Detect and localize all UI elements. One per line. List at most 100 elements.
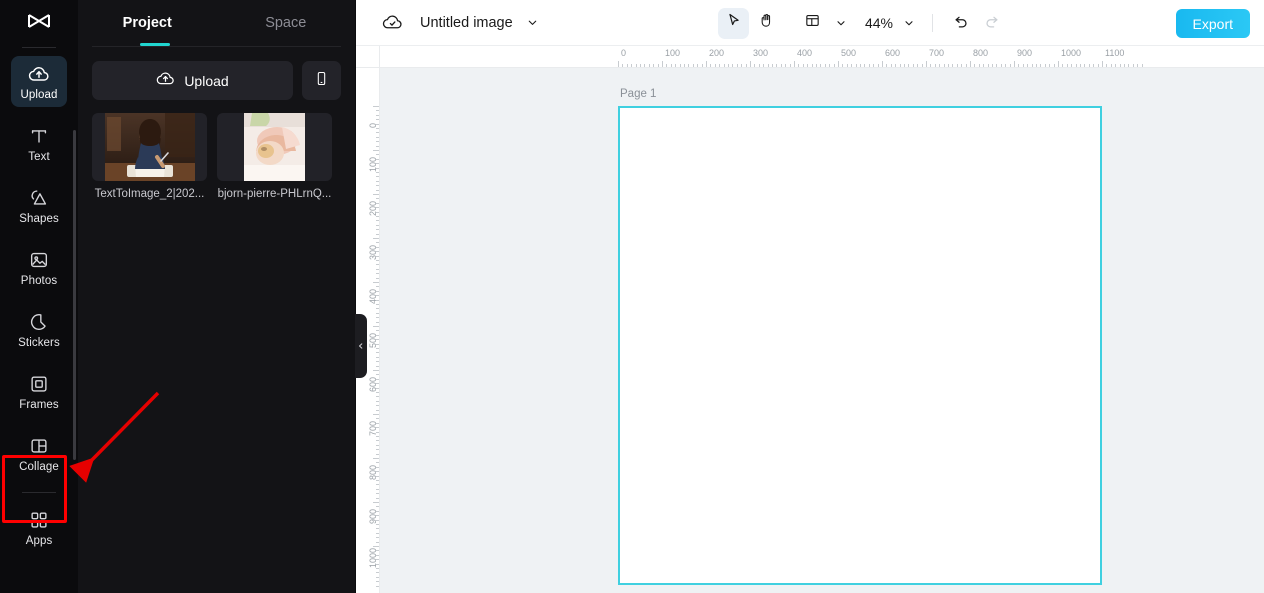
ruler-minor-tick — [1000, 64, 1002, 67]
ruler-minor-tick — [640, 64, 641, 67]
ruler-minor-tick — [1128, 64, 1130, 67]
ruler-minor-tick — [785, 64, 787, 67]
ruler-minor-tick — [754, 64, 756, 67]
sidebar-item-collage[interactable]: Collage — [11, 428, 67, 479]
ruler-minor-tick — [376, 286, 379, 288]
chevron-down-icon[interactable] — [898, 9, 920, 37]
cursor-arrow-icon — [725, 12, 742, 34]
ruler-minor-tick — [376, 308, 379, 310]
list-item[interactable]: bjorn-pierre-PHLrnQ... — [217, 113, 332, 200]
ruler-tick — [882, 61, 883, 67]
chevron-left-icon — [357, 337, 365, 355]
ruler-minor-tick — [376, 444, 379, 446]
ruler-tick — [373, 150, 379, 151]
text-icon — [28, 125, 50, 147]
ruler-minor-tick — [1031, 64, 1033, 67]
ruler-label: 0 — [621, 48, 627, 58]
ruler-minor-tick — [1027, 64, 1029, 67]
ruler-label: 0 — [368, 122, 378, 128]
sidebar-item-photos[interactable]: Photos — [11, 242, 67, 293]
ruler-tick — [373, 414, 379, 415]
ruler-label: 800 — [973, 48, 989, 58]
ruler-minor-tick — [1022, 64, 1024, 67]
ruler-minor-tick — [376, 528, 379, 530]
ruler-minor-tick — [877, 64, 879, 67]
asset-thumbnail[interactable] — [92, 113, 207, 181]
sidebar-item-upload[interactable]: Upload — [11, 56, 67, 107]
ruler-minor-tick — [802, 64, 804, 67]
ruler-minor-tick — [376, 136, 379, 138]
rail-scrollbar[interactable] — [73, 130, 76, 460]
ruler-minor-tick — [376, 229, 379, 231]
ruler-minor-tick — [376, 449, 379, 451]
hand-tool-button[interactable] — [751, 8, 782, 39]
sidebar-item-shapes[interactable]: Shapes — [11, 180, 67, 231]
redo-button[interactable] — [977, 9, 1005, 37]
ruler-minor-tick — [732, 64, 734, 67]
ruler-minor-tick — [943, 64, 945, 67]
document-title[interactable]: Untitled image — [420, 15, 513, 31]
ruler-minor-tick — [842, 64, 844, 67]
canvas-viewport[interactable]: Page 1 — [380, 68, 1264, 593]
undo-button[interactable] — [947, 9, 975, 37]
chevron-down-icon[interactable] — [526, 16, 539, 29]
ruler-minor-tick — [376, 356, 379, 358]
sidebar-item-text[interactable]: Text — [11, 118, 67, 169]
ruler-tick — [794, 61, 795, 67]
upload-row: Upload — [78, 47, 355, 100]
app-logo[interactable] — [0, 0, 78, 46]
ruler-label: 400 — [797, 48, 813, 58]
ruler-minor-tick — [987, 64, 989, 67]
layout-panel-button[interactable] — [797, 8, 828, 39]
rail-item-list: Upload Text Shapes Photos Stickers Frame… — [0, 56, 78, 564]
sidebar-item-frames[interactable]: Frames — [11, 366, 67, 417]
sidebar-item-stickers[interactable]: Stickers — [11, 304, 67, 355]
select-tool-button[interactable] — [718, 7, 749, 39]
ruler-minor-tick — [772, 64, 773, 67]
ruler-minor-tick — [961, 64, 963, 67]
ruler-minor-tick — [626, 64, 628, 67]
ruler-label: 800 — [368, 464, 378, 480]
ruler-minor-tick — [376, 264, 379, 266]
ruler-minor-tick — [1115, 64, 1117, 67]
ruler-label: 300 — [753, 48, 769, 58]
horizontal-ruler[interactable]: 0 100 200 300 400 500 600 700 800 900 1000 1100 — [380, 46, 1264, 68]
ruler-tick — [373, 502, 379, 503]
list-item[interactable]: TextToImage_2|202... — [92, 113, 207, 200]
ruler-minor-tick — [864, 64, 866, 67]
ruler-minor-tick — [376, 321, 379, 323]
ruler-minor-tick — [939, 64, 941, 67]
ruler-minor-tick — [736, 64, 738, 67]
export-button[interactable]: Export — [1175, 9, 1250, 38]
ruler-tick — [373, 238, 379, 239]
ruler-minor-tick — [670, 64, 672, 67]
upload-button[interactable]: Upload — [92, 61, 293, 100]
ruler-minor-tick — [983, 64, 985, 67]
ruler-minor-tick — [376, 180, 379, 182]
tab-project[interactable]: Project — [78, 0, 217, 46]
ruler-minor-tick — [376, 352, 379, 354]
apps-grid-icon — [28, 509, 50, 531]
chevron-down-icon[interactable] — [830, 9, 852, 37]
ruler-minor-tick — [1040, 64, 1042, 67]
sidebar-item-apps[interactable]: Apps — [11, 502, 67, 553]
ruler-minor-tick — [741, 64, 743, 67]
canvas-page[interactable] — [618, 106, 1102, 585]
ruler-minor-tick — [1080, 64, 1081, 67]
upload-from-mobile-button[interactable] — [302, 61, 341, 100]
ruler-tick — [970, 61, 971, 67]
asset-thumbnail[interactable] — [217, 113, 332, 181]
ruler-label: 200 — [368, 200, 378, 216]
ruler-tick — [1102, 61, 1103, 67]
ruler-minor-tick — [1141, 64, 1143, 67]
ruler-minor-tick — [376, 524, 379, 525]
tab-space[interactable]: Space — [217, 0, 356, 46]
collapse-panel-handle[interactable] — [355, 314, 367, 378]
mobile-phone-icon — [313, 70, 330, 92]
ruler-minor-tick — [912, 64, 914, 67]
cloud-saved-icon[interactable] — [382, 12, 403, 33]
zoom-level-value[interactable]: 44% — [862, 15, 896, 31]
frame-icon — [28, 373, 50, 395]
sidebar-item-label: Collage — [19, 461, 59, 473]
asset-filename: TextToImage_2|202... — [94, 188, 205, 200]
